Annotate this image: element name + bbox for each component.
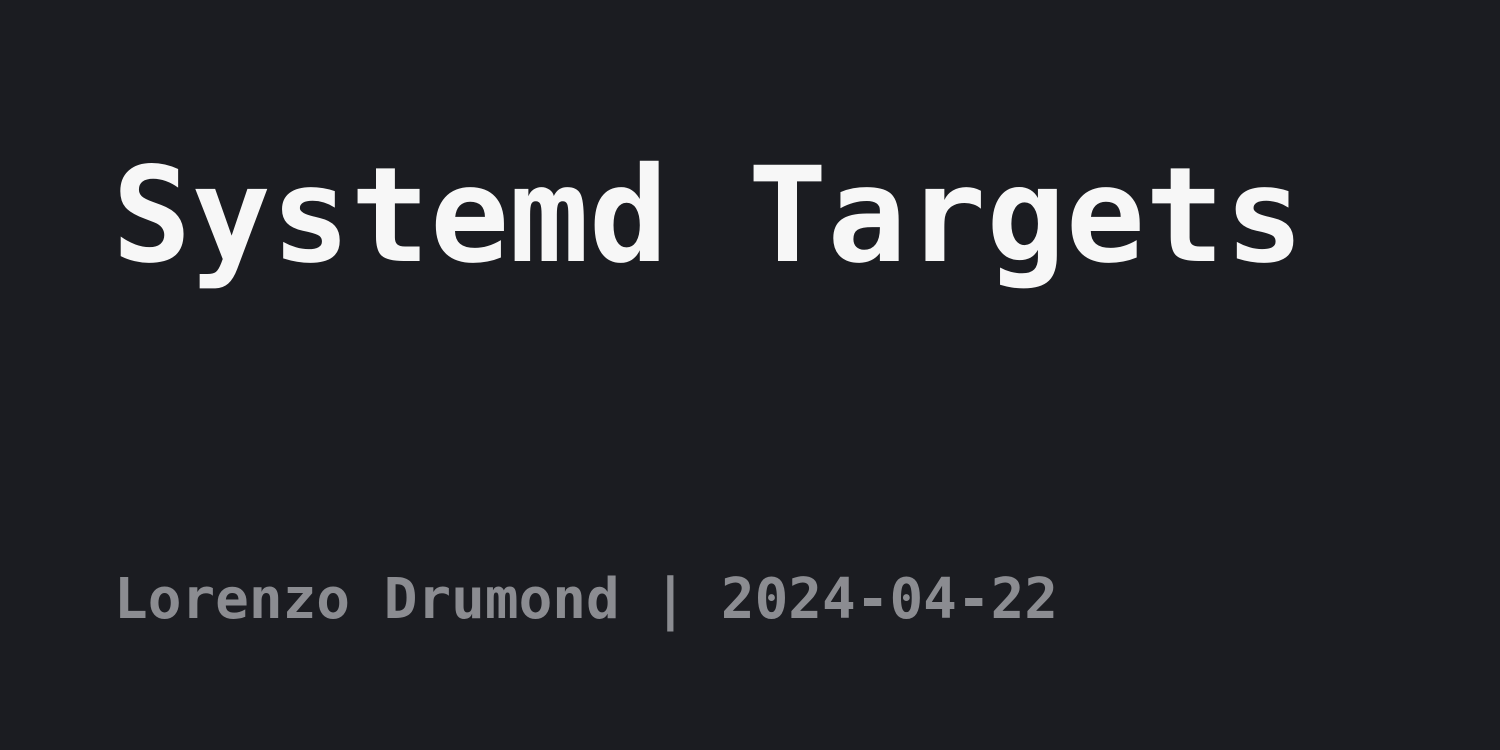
post-title: Systemd Targets bbox=[112, 139, 1305, 293]
post-meta: Lorenzo Drumond | 2024-04-22 bbox=[114, 567, 1059, 632]
title-card: Systemd Targets Lorenzo Drumond | 2024-0… bbox=[0, 0, 1500, 750]
